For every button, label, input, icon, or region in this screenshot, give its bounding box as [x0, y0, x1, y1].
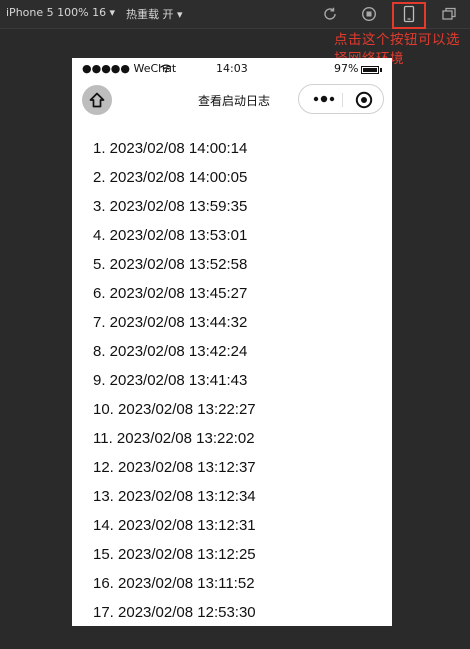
log-entry: 13. 2023/02/08 13:12:34 — [93, 488, 256, 505]
log-entry: 17. 2023/02/08 12:53:30 — [93, 604, 256, 621]
close-miniprogram-icon[interactable] — [355, 91, 373, 109]
window-detach-icon[interactable] — [439, 4, 459, 24]
log-entry: 12. 2023/02/08 13:12:37 — [93, 459, 256, 476]
page-title: 查看启动日志 — [197, 94, 270, 108]
capsule-menu — [298, 84, 384, 114]
navigation-bar: 查看启动日志 — [72, 80, 392, 120]
capsule-divider — [342, 93, 343, 107]
hot-reload-toggle[interactable]: 热重载 开 ▾ — [126, 6, 183, 22]
startup-log-list: 1. 2023/02/08 14:00:14 2. 2023/02/08 14:0… — [93, 140, 256, 626]
log-entry: 2. 2023/02/08 14:00:05 — [93, 169, 248, 186]
log-entry: 8. 2023/02/08 13:42:24 — [93, 343, 248, 360]
log-entry: 5. 2023/02/08 13:52:58 — [93, 256, 248, 273]
status-bar: ●●●●● WeChat 14:03 97% — [72, 58, 392, 80]
log-entry: 3. 2023/02/08 13:59:35 — [93, 198, 248, 215]
battery-icon — [361, 66, 379, 74]
stop-record-icon[interactable] — [359, 4, 379, 24]
log-entry: 16. 2023/02/08 13:11:52 — [93, 575, 255, 592]
log-entry: 15. 2023/02/08 13:12:25 — [93, 546, 256, 563]
battery-percent: 97% — [334, 62, 359, 75]
battery-tip — [380, 68, 382, 72]
wifi-icon — [160, 64, 172, 73]
log-entry: 14. 2023/02/08 13:12:31 — [93, 517, 256, 534]
log-entry: 6. 2023/02/08 13:45:27 — [93, 285, 248, 302]
log-entry: 10. 2023/02/08 13:22:27 — [93, 401, 256, 418]
home-icon — [89, 92, 105, 108]
home-button[interactable] — [82, 85, 112, 115]
device-selector[interactable]: iPhone 5 100% 16 ▾ — [6, 6, 115, 19]
phone-screen: ●●●●● WeChat 14:03 97% 查看启动日志 1. 2023/02… — [72, 58, 392, 626]
log-entry: 7. 2023/02/08 13:44:32 — [93, 314, 248, 331]
status-time: 14:03 — [216, 62, 248, 75]
log-entry: 1. 2023/02/08 14:00:14 — [93, 140, 248, 157]
highlight-box — [392, 2, 426, 29]
log-entry: 4. 2023/02/08 13:53:01 — [93, 227, 248, 244]
log-entry: 9. 2023/02/08 13:41:43 — [93, 372, 248, 389]
refresh-icon[interactable] — [320, 4, 340, 24]
log-entry: 11. 2023/02/08 13:22:02 — [93, 430, 255, 447]
more-dots-icon[interactable] — [313, 95, 335, 103]
